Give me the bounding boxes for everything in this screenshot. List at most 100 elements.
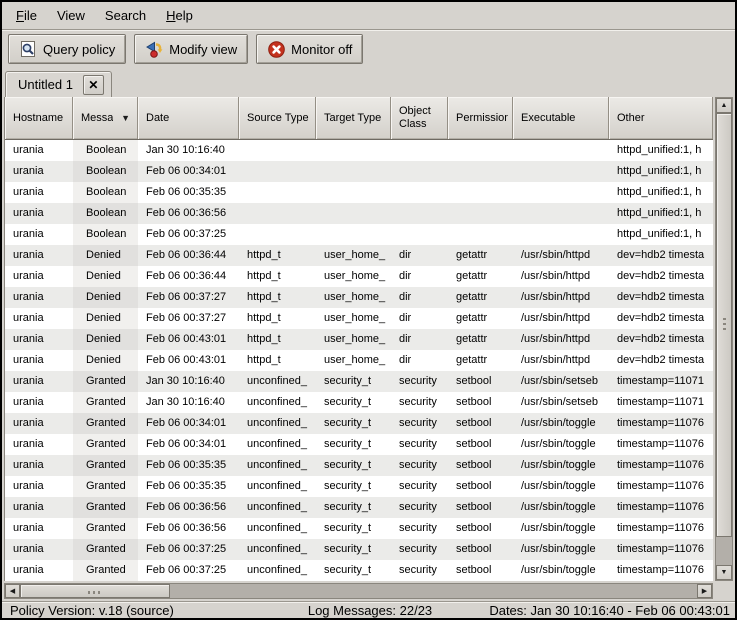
scroll-left-button[interactable]: ◀ [5,584,20,598]
column-label: Source Type [247,112,309,125]
cell-target_type [316,182,391,203]
query-policy-button[interactable]: Query policy [8,34,126,64]
cell-message: Denied [73,329,138,350]
cell-hostname: urania [5,203,73,224]
scroll-up-button[interactable]: ▲ [716,98,732,113]
cell-target_type: user_home_ [316,308,391,329]
cell-other: timestamp=11076 [609,518,713,539]
cell-hostname: urania [5,329,73,350]
log-table-row[interactable]: uraniaGrantedFeb 06 00:34:01unconfined_s… [5,413,713,434]
cell-other: dev=hdb2 timesta [609,350,713,371]
vertical-scrollbar-thumb[interactable] [716,113,732,537]
log-table-row[interactable]: uraniaGrantedJan 30 10:16:40unconfined_s… [5,371,713,392]
vertical-scrollbar[interactable]: ▲ ▼ [715,97,733,581]
column-label: Object Class [399,105,443,131]
cell-date: Feb 06 00:35:35 [138,476,239,497]
cell-permission: setbool [448,413,513,434]
log-table-row[interactable]: uraniaGrantedFeb 06 00:36:56unconfined_s… [5,518,713,539]
cell-source_type: httpd_t [239,308,316,329]
cell-source_type: unconfined_ [239,518,316,539]
horizontal-scrollbar-track[interactable] [20,584,697,598]
cell-permission: setbool [448,455,513,476]
column-header-date[interactable]: Date [138,97,239,139]
cell-object_class [391,140,448,161]
cell-message: Granted [73,455,138,476]
log-table-row[interactable]: uraniaGrantedFeb 06 00:34:01unconfined_s… [5,434,713,455]
log-table-row[interactable]: uraniaGrantedFeb 06 00:37:25unconfined_s… [5,539,713,560]
cell-permission: getattr [448,350,513,371]
log-table-row[interactable]: uraniaBooleanFeb 06 00:35:35httpd_unifie… [5,182,713,203]
cell-executable: /usr/sbin/toggle [513,539,609,560]
monitor-off-button[interactable]: Monitor off [256,34,363,64]
menu-help[interactable]: Help [156,5,203,26]
log-table-row[interactable]: uraniaBooleanJan 30 10:16:40httpd_unifie… [5,140,713,161]
cell-object_class: security [391,455,448,476]
cell-source_type: httpd_t [239,245,316,266]
cell-permission: setbool [448,539,513,560]
cell-target_type: security_t [316,413,391,434]
cell-target_type: security_t [316,476,391,497]
toolbar: Query policy Modify view Monitor off [2,30,735,68]
column-header-message[interactable]: Messa▼ [73,97,138,139]
cell-hostname: urania [5,476,73,497]
log-table-row[interactable]: uraniaDeniedFeb 06 00:37:27httpd_tuser_h… [5,287,713,308]
cell-object_class [391,161,448,182]
horizontal-scrollbar[interactable]: ◀ ▶ [4,583,713,599]
column-header-executable[interactable]: Executable [513,97,609,139]
scroll-down-button[interactable]: ▼ [716,565,732,580]
log-table-row[interactable]: uraniaDeniedFeb 06 00:37:27httpd_tuser_h… [5,308,713,329]
tab-untitled-1[interactable]: Untitled 1 ✕ [5,71,112,97]
cell-object_class: security [391,497,448,518]
log-table-row[interactable]: uraniaBooleanFeb 06 00:34:01httpd_unifie… [5,161,713,182]
menu-view[interactable]: View [47,5,95,26]
log-table-row[interactable]: uraniaDeniedFeb 06 00:36:44httpd_tuser_h… [5,266,713,287]
log-table-row[interactable]: uraniaGrantedFeb 06 00:35:35unconfined_s… [5,476,713,497]
cell-other: timestamp=11076 [609,413,713,434]
cell-target_type [316,140,391,161]
log-table-row[interactable]: uraniaGrantedFeb 06 00:37:25unconfined_s… [5,560,713,581]
cell-permission: setbool [448,392,513,413]
cell-other: dev=hdb2 timesta [609,329,713,350]
column-header-permission[interactable]: Permission [448,97,513,139]
horizontal-scrollbar-thumb[interactable] [20,584,170,598]
cell-executable: /usr/sbin/toggle [513,476,609,497]
log-table-row[interactable]: uraniaGrantedJan 30 10:16:40unconfined_s… [5,392,713,413]
column-header-other[interactable]: Other [609,97,713,139]
cell-message: Granted [73,560,138,581]
log-table-row[interactable]: uraniaDeniedFeb 06 00:36:44httpd_tuser_h… [5,245,713,266]
log-table-row[interactable]: uraniaDeniedFeb 06 00:43:01httpd_tuser_h… [5,329,713,350]
cell-permission: getattr [448,308,513,329]
cell-target_type: user_home_ [316,329,391,350]
column-header-object_class[interactable]: Object Class [391,97,448,139]
log-table-row[interactable]: uraniaGrantedFeb 06 00:36:56unconfined_s… [5,497,713,518]
dates-status: Dates: Jan 30 10:16:40 - Feb 06 00:43:01 [436,603,735,618]
column-header-source_type[interactable]: Source Type [239,97,316,139]
cell-hostname: urania [5,392,73,413]
log-table-row[interactable]: uraniaBooleanFeb 06 00:37:25httpd_unifie… [5,224,713,245]
modify-view-button[interactable]: Modify view [134,34,248,64]
menu-file[interactable]: File [6,5,47,26]
cell-source_type: httpd_t [239,350,316,371]
cell-executable [513,161,609,182]
tab-close-button[interactable]: ✕ [83,75,104,95]
column-header-target_type[interactable]: Target Type [316,97,391,139]
cell-message: Boolean [73,182,138,203]
policy-version-status: Policy Version: v.18 (source) [2,603,304,618]
cell-executable: /usr/sbin/setseb [513,371,609,392]
cell-object_class: dir [391,350,448,371]
cell-date: Jan 30 10:16:40 [138,392,239,413]
menu-search[interactable]: Search [95,5,156,26]
cell-target_type: user_home_ [316,350,391,371]
cell-permission [448,161,513,182]
log-table-row[interactable]: uraniaGrantedFeb 06 00:35:35unconfined_s… [5,455,713,476]
column-header-hostname[interactable]: Hostname [5,97,73,139]
column-label: Hostname [13,112,63,125]
cell-permission: getattr [448,329,513,350]
cell-hostname: urania [5,497,73,518]
scroll-up-icon: ▲ [721,102,728,109]
scroll-right-button[interactable]: ▶ [697,584,712,598]
log-table-row[interactable]: uraniaDeniedFeb 06 00:43:01httpd_tuser_h… [5,350,713,371]
cell-hostname: urania [5,308,73,329]
cell-object_class [391,203,448,224]
log-table-row[interactable]: uraniaBooleanFeb 06 00:36:56httpd_unifie… [5,203,713,224]
